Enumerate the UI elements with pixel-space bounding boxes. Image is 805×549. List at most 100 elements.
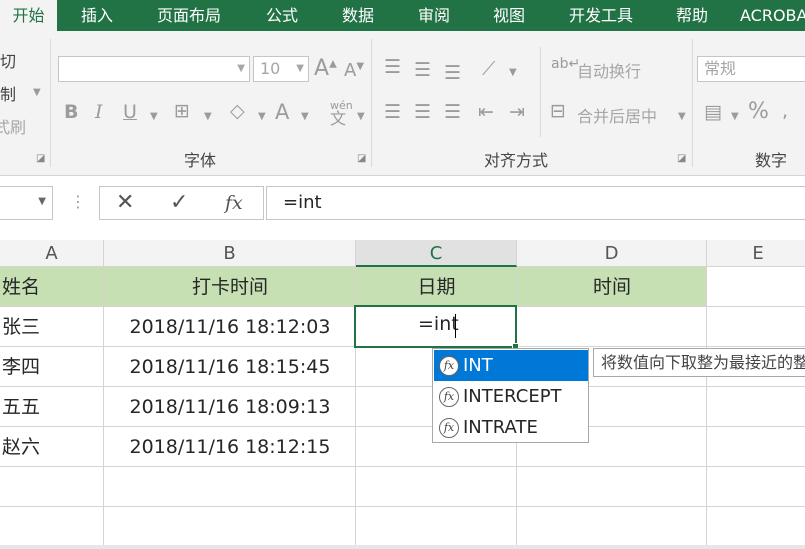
align-top-icon[interactable]: ☰	[384, 58, 401, 77]
copy-dropdown-icon[interactable]: ▼	[33, 87, 41, 98]
tab-developer[interactable]: 开发工具	[555, 0, 647, 31]
header-cell-name[interactable]: 姓名	[2, 267, 40, 307]
number-format-value: 常规	[704, 59, 737, 78]
cell-edit-text[interactable]: =int	[418, 313, 459, 335]
header-cell-time[interactable]: 时间	[517, 267, 707, 307]
name-box[interactable]: ▼	[0, 186, 53, 220]
column-header-a[interactable]: A	[0, 240, 104, 267]
cancel-icon[interactable]: ✕	[116, 191, 134, 215]
table-cell-punch-time[interactable]: 2018/11/16 18:12:15	[104, 427, 356, 467]
comma-style-icon[interactable]: ,	[782, 102, 788, 121]
formula-buttons: ✕ ✓ fx	[99, 186, 264, 220]
merge-center-button[interactable]: 合并后居中	[577, 103, 657, 127]
number-group-label: 数字	[755, 151, 788, 170]
number-format-combo[interactable]: 常规	[697, 56, 805, 82]
border-icon[interactable]: ⊞	[174, 102, 190, 121]
font-size-value: 10	[260, 59, 281, 78]
tab-insert[interactable]: 插入	[67, 0, 127, 31]
header-cell-punch-time[interactable]: 打卡时间	[104, 267, 356, 307]
alignment-launcher-icon[interactable]: ◪	[677, 153, 686, 164]
increase-indent-icon[interactable]: ⇥	[509, 103, 525, 122]
phonetic-dropdown-icon[interactable]: ▼	[357, 111, 365, 122]
wrap-text-icon[interactable]: ab↵	[551, 57, 580, 71]
merge-center-icon[interactable]: ⊟	[550, 102, 566, 121]
tab-page-layout[interactable]: 页面布局	[143, 0, 235, 31]
table-cell-name[interactable]: 张三	[2, 307, 40, 347]
group-separator	[50, 39, 51, 167]
function-tooltip: 将数值向下取整为最接近的整数	[593, 348, 805, 377]
formula-bar-splitter-icon[interactable]: ⋮	[70, 192, 86, 211]
bold-button[interactable]: B	[64, 103, 78, 122]
column-header-e[interactable]: E	[707, 240, 805, 267]
decrease-font-icon[interactable]: A▼	[344, 62, 364, 80]
currency-dropdown-icon[interactable]: ▼	[731, 111, 739, 122]
align-bottom-icon[interactable]: ☰	[444, 64, 461, 83]
horizontal-scrollbar[interactable]	[0, 545, 805, 549]
underline-dropdown-icon[interactable]: ▼	[150, 111, 158, 122]
table-cell-punch-time[interactable]: 2018/11/16 18:09:13	[104, 387, 356, 427]
merge-dropdown-icon[interactable]: ▼	[678, 111, 686, 122]
fill-color-icon[interactable]: ◇	[230, 102, 245, 121]
header-cell-date[interactable]: 日期	[356, 267, 517, 307]
clipboard-launcher-icon[interactable]: ◪	[36, 153, 45, 164]
wrap-text-button[interactable]: 自动换行	[577, 58, 641, 82]
border-dropdown-icon[interactable]: ▼	[204, 111, 212, 122]
orientation-dropdown-icon[interactable]: ▼	[509, 67, 517, 78]
table-cell-name[interactable]: 李四	[2, 347, 40, 387]
grid-line	[0, 506, 805, 507]
autocomplete-item-int[interactable]: fx INT	[434, 350, 588, 381]
increase-font-icon[interactable]: A▲	[314, 58, 337, 80]
font-name-combo[interactable]: ▼	[58, 56, 250, 82]
function-icon: fx	[439, 418, 459, 438]
font-color-dropdown-icon[interactable]: ▼	[301, 111, 309, 122]
tab-review[interactable]: 审阅	[404, 0, 464, 31]
font-color-button[interactable]: A	[275, 102, 289, 123]
fill-dropdown-icon[interactable]: ▼	[258, 111, 266, 122]
font-launcher-icon[interactable]: ◪	[357, 153, 366, 164]
currency-icon[interactable]: ▤	[704, 103, 722, 122]
format-painter-button[interactable]: 格式刷	[0, 114, 26, 138]
group-separator	[540, 47, 541, 137]
orientation-icon[interactable]: ⟋	[482, 60, 495, 79]
italic-button[interactable]: I	[95, 103, 103, 122]
tab-data[interactable]: 数据	[328, 0, 388, 31]
insert-function-icon[interactable]: fx	[225, 191, 243, 215]
column-header-b[interactable]: B	[104, 240, 356, 267]
autocomplete-item-intrate[interactable]: fx INTRATE	[434, 412, 588, 443]
chevron-down-icon: ▼	[237, 63, 245, 74]
copy-button[interactable]: 复制	[0, 81, 16, 105]
align-right-icon[interactable]: ☰	[444, 103, 461, 122]
tab-formulas[interactable]: 公式	[252, 0, 312, 31]
table-cell-name[interactable]: 五五	[2, 387, 40, 427]
chevron-down-icon: ▼	[296, 63, 304, 74]
tab-view[interactable]: 视图	[479, 0, 539, 31]
text-caret	[455, 314, 456, 338]
decrease-indent-icon[interactable]: ⇤	[478, 103, 494, 122]
enter-icon[interactable]: ✓	[170, 191, 188, 215]
group-separator	[692, 39, 693, 167]
font-group-label: 字体	[184, 151, 217, 170]
group-separator	[371, 39, 372, 167]
autocomplete-item-intercept[interactable]: fx INTERCEPT	[434, 381, 588, 412]
tab-help[interactable]: 帮助	[662, 0, 722, 31]
table-cell-name[interactable]: 赵六	[2, 427, 40, 467]
function-icon: fx	[439, 356, 459, 376]
alignment-group-label: 对齐方式	[484, 151, 549, 170]
underline-button[interactable]: U	[123, 103, 137, 122]
table-cell-punch-time[interactable]: 2018/11/16 18:15:45	[104, 347, 356, 387]
table-cell-punch-time[interactable]: 2018/11/16 18:12:03	[104, 307, 356, 347]
percent-button[interactable]: %	[748, 101, 769, 123]
font-size-combo[interactable]: 10 ▼	[253, 56, 309, 82]
column-header-d[interactable]: D	[517, 240, 707, 267]
align-middle-icon[interactable]: ☰	[414, 61, 431, 80]
ribbon: 剪切 复制 ▼ 格式刷 ◪ ▼ 10 ▼ A▲ A▼ B I U ▼ ⊞ ▼ ◇…	[0, 31, 805, 176]
tab-home[interactable]: 开始	[0, 0, 57, 31]
align-left-icon[interactable]: ☰	[384, 103, 401, 122]
formula-input[interactable]: =int	[266, 186, 805, 220]
column-header-c[interactable]: C	[356, 240, 517, 267]
align-center-icon[interactable]: ☰	[414, 103, 431, 122]
phonetic-guide-icon[interactable]: wén 文	[330, 100, 353, 127]
tab-acrobat[interactable]: ACROBAT	[740, 0, 805, 31]
cut-button[interactable]: 剪切	[0, 48, 16, 72]
function-icon: fx	[439, 387, 459, 407]
